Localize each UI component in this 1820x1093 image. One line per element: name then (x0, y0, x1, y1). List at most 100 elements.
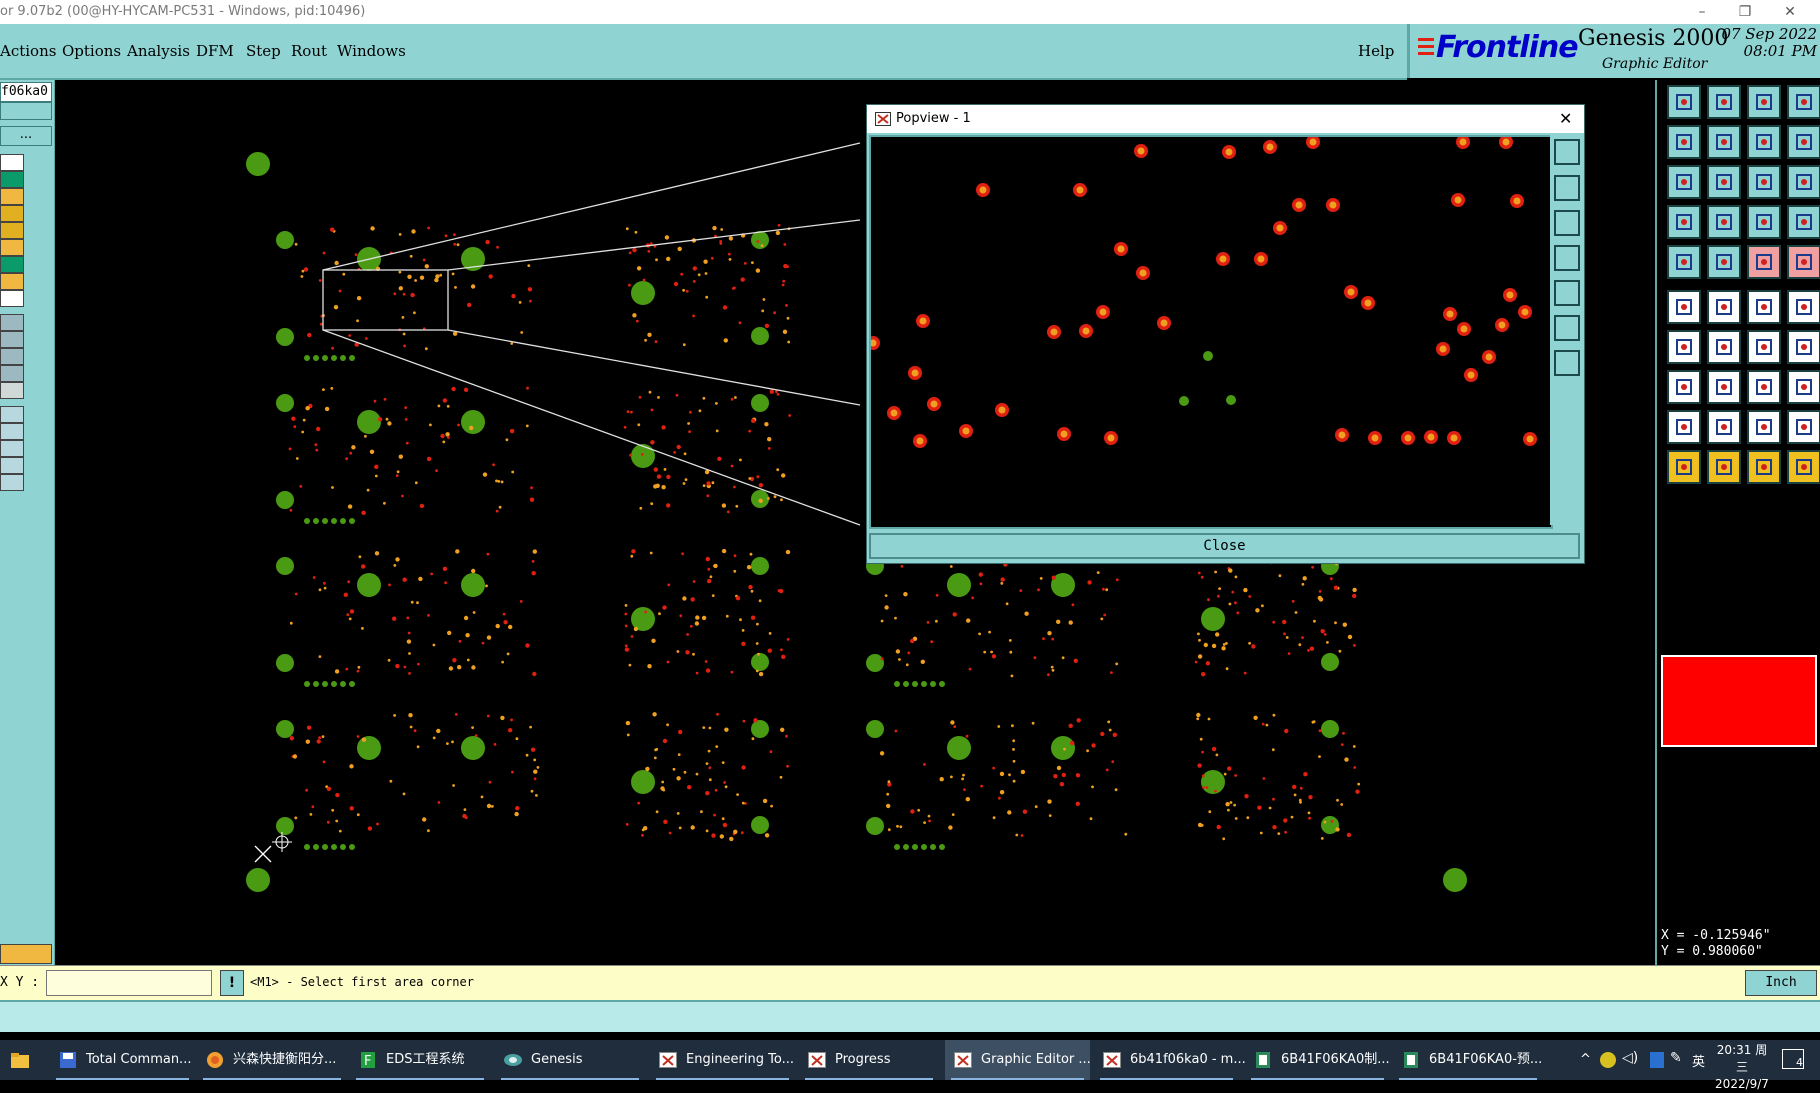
line-minus-icon[interactable] (1707, 370, 1741, 404)
zoom-fit-icon[interactable] (1667, 165, 1701, 199)
restore-button[interactable]: ❐ (1725, 0, 1765, 24)
notification-icon[interactable]: 4 (1782, 1049, 1804, 1069)
more-button[interactable]: ... (0, 126, 52, 146)
layer-item[interactable] (0, 273, 24, 290)
menu-actions[interactable]: Actions (0, 42, 56, 60)
menu-help[interactable]: Help (1358, 42, 1394, 60)
layer-item[interactable] (0, 154, 24, 171)
pad-shape-icon[interactable] (1787, 245, 1820, 279)
net-icon[interactable] (1667, 290, 1701, 324)
taskbar-item[interactable]: 6b41f06ka0 - m... (1094, 1040, 1246, 1080)
cross-select-icon[interactable] (1707, 290, 1741, 324)
taskbar-item[interactable]: 兴森快捷衡阳分... (197, 1040, 347, 1080)
add-line-icon[interactable] (1707, 245, 1741, 279)
letter-a-icon[interactable] (1747, 410, 1781, 444)
work-layer-indicator[interactable] (0, 944, 52, 964)
move-icon[interactable] (1747, 370, 1781, 404)
tray-overflow-icon[interactable]: ^ (1580, 1052, 1591, 1067)
layer-item[interactable] (0, 406, 24, 423)
popview-pan-up-icon[interactable] (1554, 210, 1580, 236)
popview-zoom-in-icon[interactable] (1554, 139, 1580, 165)
layer-item[interactable] (0, 423, 24, 440)
route-icon[interactable] (1787, 290, 1820, 324)
taskbar-item[interactable]: Total Comman... (50, 1040, 195, 1080)
layer-item[interactable] (0, 205, 24, 222)
popview-close-icon[interactable]: ✕ (1559, 105, 1572, 133)
text-icon[interactable] (1707, 410, 1741, 444)
menu-options[interactable]: Options (62, 42, 121, 60)
select-net-icon[interactable] (1747, 450, 1781, 484)
layer-item[interactable] (0, 457, 24, 474)
save-job-icon[interactable] (1707, 85, 1741, 119)
layer-compare-icon[interactable] (1787, 205, 1820, 239)
popview-center-icon[interactable] (1554, 350, 1580, 376)
open-job-icon[interactable] (1667, 85, 1701, 119)
security-icon[interactable] (1650, 1052, 1664, 1068)
select-icon[interactable] (1667, 450, 1701, 484)
select-feature-icon[interactable] (1787, 450, 1820, 484)
drill-icon[interactable] (1667, 205, 1701, 239)
volume-icon[interactable]: ◁) (1622, 1050, 1638, 1066)
popview-pan-left-icon[interactable] (1554, 245, 1580, 271)
menu-rout[interactable]: Rout (291, 42, 327, 60)
units-selector[interactable]: Inch (1745, 970, 1817, 996)
tray-app-icon[interactable] (1600, 1052, 1616, 1068)
measure-icon[interactable] (1747, 245, 1781, 279)
ime-indicator[interactable]: 英 (1692, 1051, 1705, 1070)
taskbar-item[interactable]: Graphic Editor ... (945, 1040, 1091, 1080)
resize-icon[interactable] (1667, 370, 1701, 404)
layer-item[interactable] (0, 314, 24, 331)
taskbar-item[interactable]: Engineering To... (650, 1040, 795, 1080)
angle-icon[interactable] (1667, 330, 1701, 364)
graphic-window-icon[interactable] (1787, 85, 1820, 119)
line-pad-icon[interactable] (1747, 290, 1781, 324)
help-icon[interactable] (1787, 165, 1820, 199)
copy-icon[interactable] (1787, 370, 1820, 404)
taskbar-item[interactable]: Progress (799, 1040, 939, 1080)
menu-windows[interactable]: Windows (337, 42, 406, 60)
popview-fit-icon[interactable] (1554, 315, 1580, 341)
popview-close-button[interactable]: Close (869, 533, 1580, 559)
file-explorer-button[interactable] (0, 1040, 40, 1080)
arc-icon[interactable] (1747, 330, 1781, 364)
layer-item[interactable] (0, 365, 24, 382)
layer-item[interactable] (0, 256, 24, 273)
step-left-icon[interactable] (1667, 125, 1701, 159)
add-pad-icon[interactable] (1667, 245, 1701, 279)
command-execute-button[interactable]: ! (220, 970, 244, 996)
break-icon[interactable] (1787, 330, 1820, 364)
home-icon[interactable] (1747, 85, 1781, 119)
layer-item[interactable] (0, 474, 24, 491)
minimize-button[interactable]: – (1682, 0, 1722, 24)
menu-dfm[interactable]: DFM (196, 42, 234, 60)
layer-item[interactable] (0, 171, 24, 188)
taskbar-item[interactable]: F EDS工程系统 (350, 1040, 490, 1080)
layer-item[interactable] (0, 239, 24, 256)
job-name-field[interactable]: f06ka0 (0, 82, 52, 102)
layer-item[interactable] (0, 440, 24, 457)
undo-icon[interactable] (1747, 125, 1781, 159)
layer-item[interactable] (0, 290, 24, 307)
layer-item[interactable] (0, 188, 24, 205)
step-field[interactable] (0, 102, 52, 120)
close-window-button[interactable]: ✕ (1770, 0, 1810, 24)
layer-item[interactable] (0, 348, 24, 365)
taskbar-item[interactable]: 6B41F06KA0-预... (1393, 1040, 1543, 1080)
triangle-icon[interactable] (1667, 410, 1701, 444)
layer-item[interactable] (0, 382, 24, 399)
layer-item[interactable] (0, 222, 24, 239)
taskbar-item[interactable]: 6B41F06KA0制... (1245, 1040, 1390, 1080)
zoom-area-icon[interactable] (1707, 165, 1741, 199)
popview-canvas[interactable] (866, 135, 1553, 529)
zoom-scale-icon[interactable] (1747, 165, 1781, 199)
polygon-icon[interactable] (1787, 410, 1820, 444)
menu-step[interactable]: Step (246, 42, 281, 60)
popview-pan-right-icon[interactable] (1554, 280, 1580, 306)
select-all-icon[interactable] (1707, 450, 1741, 484)
pen-icon[interactable]: ✎ (1670, 1050, 1682, 1066)
pad-tool-icon[interactable] (1707, 205, 1741, 239)
menu-analysis[interactable]: Analysis (127, 42, 190, 60)
popview-zoom-out-icon[interactable] (1554, 175, 1580, 201)
xy-input[interactable] (46, 970, 212, 996)
line-tool-icon[interactable] (1707, 330, 1741, 364)
